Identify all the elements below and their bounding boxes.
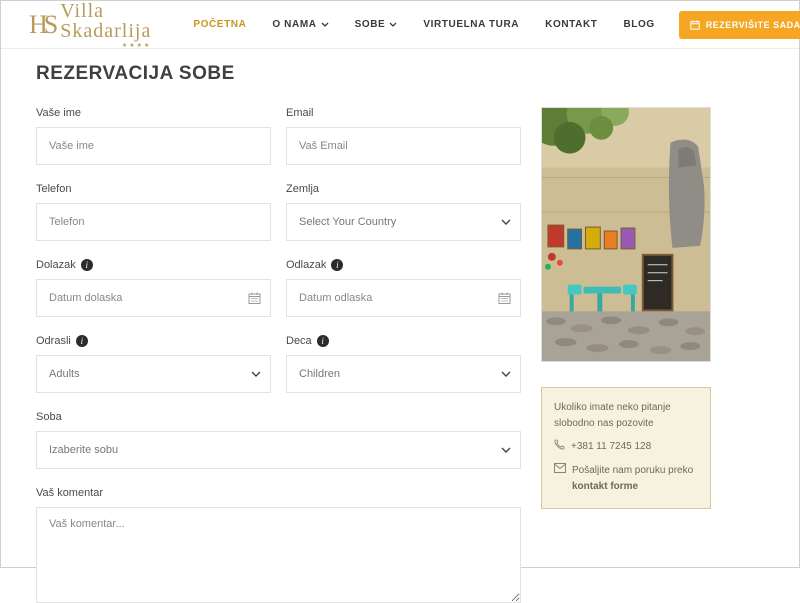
departure-field-group: Odlazak i [286,259,521,317]
comment-label: Vaš komentar [36,487,521,499]
room-select-value: Izaberite sobu [49,444,118,456]
nav-item-pocetna[interactable]: POČETNA [193,19,246,30]
envelope-icon [554,463,566,478]
contact-form-link[interactable]: kontakt forme [572,481,638,492]
chevron-down-icon [389,22,397,27]
contact-phone-number[interactable]: +381 11 7245 128 [571,439,651,455]
adults-field-group: Odrasli i Adults [36,335,271,393]
adults-label: Odrasli [36,335,71,347]
contact-info-box: Ukoliko imate neko pitanje slobodno nas … [541,387,711,509]
children-field-group: Deca i Children [286,335,521,393]
calendar-icon [690,20,700,30]
country-select-value: Select Your Country [299,216,396,228]
children-select-value: Children [299,368,340,380]
departure-date-input[interactable] [286,279,521,317]
room-label: Soba [36,411,521,423]
chevron-down-icon [251,371,261,377]
nav-item-label: SOBE [355,19,386,30]
comment-textarea[interactable] [36,507,521,603]
contact-message-prefix: Pošaljite nam poruku preko [572,465,693,476]
chevron-down-icon [501,371,511,377]
chevron-down-icon [501,447,511,453]
sidebar: Ukoliko imate neko pitanje slobodno nas … [541,107,711,603]
info-icon: i [331,259,343,271]
nav-item-label: VIRTUELNA TURA [423,19,519,30]
info-icon: i [81,259,93,271]
info-icon: i [317,335,329,347]
brand-stars: ★★★★ [60,43,151,49]
nav-item-kontakt[interactable]: KONTAKT [545,19,597,30]
email-label: Email [286,107,521,119]
main-content: Vaše ime Email Telefon Zemlja [1,85,799,603]
phone-icon [554,439,565,455]
nav-item-label: POČETNA [193,19,246,30]
departure-label: Odlazak [286,259,326,271]
adults-select[interactable]: Adults [36,355,271,393]
page-title: REZERVACIJA SOBE [1,49,799,85]
brand-monogram: HS [29,10,54,40]
reserve-now-button[interactable]: REZERVIŠITE SADA [679,11,800,39]
nav-item-virtuelna-tura[interactable]: VIRTUELNA TURA [423,19,519,30]
name-input[interactable] [36,127,271,165]
country-field-group: Zemlja Select Your Country [286,183,521,241]
comment-field-group: Vaš komentar [36,487,521,603]
children-label-row: Deca i [286,335,521,347]
nav-item-label: BLOG [623,19,654,30]
contact-message-text: Pošaljite nam poruku preko kontakt forme [572,463,698,494]
nav-item-label: KONTAKT [545,19,597,30]
email-field-group: Email [286,107,521,165]
contact-message-line: Pošaljite nam poruku preko kontakt forme [554,463,698,494]
chevron-down-icon [321,22,329,27]
room-select[interactable]: Izaberite sobu [36,431,521,469]
reserve-now-label: REZERVIŠITE SADA [706,20,800,30]
nav-item-o-nama[interactable]: O NAMA [272,19,328,30]
departure-label-row: Odlazak i [286,259,521,271]
country-label: Zemlja [286,183,521,195]
children-select[interactable]: Children [286,355,521,393]
nav-item-label: O NAMA [272,19,316,30]
info-icon: i [76,335,88,347]
brand-name: Villa Skadarlija [60,1,151,41]
main-nav: POČETNA O NAMA SOBE VIRTUELNA TURA KONTA… [193,19,654,30]
arrival-label: Dolazak [36,259,76,271]
contact-info-text: Ukoliko imate neko pitanje slobodno nas … [554,400,698,431]
brand-logo[interactable]: HS Villa Skadarlija ★★★★ [29,1,151,49]
children-label: Deca [286,335,312,347]
chevron-down-icon [501,219,511,225]
name-field-group: Vaše ime [36,107,271,165]
arrival-date-input[interactable] [36,279,271,317]
phone-input[interactable] [36,203,271,241]
phone-field-group: Telefon [36,183,271,241]
adults-select-value: Adults [49,368,80,380]
contact-phone-line: +381 11 7245 128 [554,439,698,455]
nav-item-blog[interactable]: BLOG [623,19,654,30]
header: HS Villa Skadarlija ★★★★ POČETNA O NAMA … [1,1,799,49]
email-input[interactable] [286,127,521,165]
name-label: Vaše ime [36,107,271,119]
country-select[interactable]: Select Your Country [286,203,521,241]
arrival-label-row: Dolazak i [36,259,271,271]
room-field-group: Soba Izaberite sobu [36,411,521,469]
adults-label-row: Odrasli i [36,335,271,347]
booking-form: Vaše ime Email Telefon Zemlja [36,107,521,603]
calendar-icon [248,292,261,305]
phone-label: Telefon [36,183,271,195]
calendar-icon [498,292,511,305]
arrival-field-group: Dolazak i [36,259,271,317]
nav-item-sobe[interactable]: SOBE [355,19,398,30]
street-photo [541,107,711,362]
